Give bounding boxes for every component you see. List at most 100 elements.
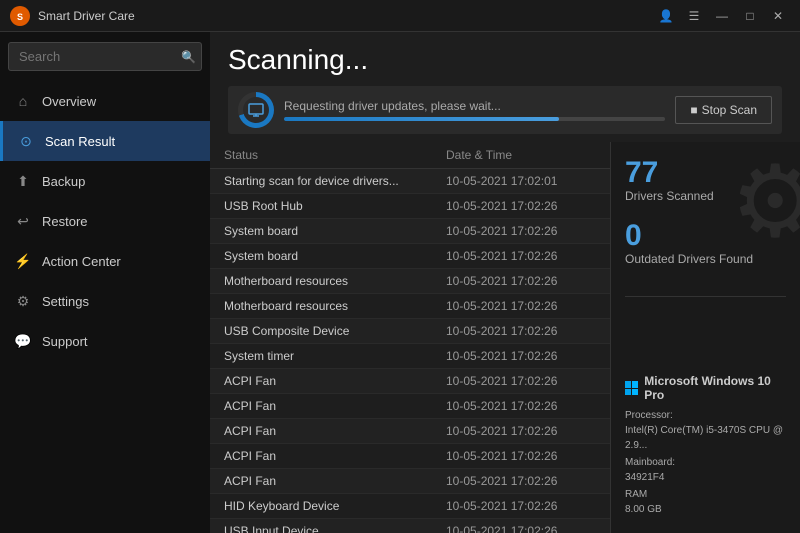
row-date: 10-05-2021 17:02:26 xyxy=(446,324,596,338)
scan-result-icon: ⊙ xyxy=(17,132,35,150)
table-row: ACPI Fan 10-05-2021 17:02:26 xyxy=(210,419,610,444)
row-status: ACPI Fan xyxy=(224,449,446,463)
row-status: System board xyxy=(224,249,446,263)
minimize-button[interactable]: — xyxy=(710,6,734,26)
sidebar: 🔍 ⌂ Overview ⊙ Scan Result ⬆ Backup ↩ Re… xyxy=(0,32,210,533)
table-row: USB Composite Device 10-05-2021 17:02:26 xyxy=(210,319,610,344)
sidebar-item-restore[interactable]: ↩ Restore xyxy=(0,201,210,241)
table-row: System board 10-05-2021 17:02:26 xyxy=(210,219,610,244)
table-row: Motherboard resources 10-05-2021 17:02:2… xyxy=(210,269,610,294)
app-logo: S xyxy=(10,6,30,26)
system-info: Microsoft Windows 10 Pro Processor: Inte… xyxy=(625,374,786,519)
menu-button[interactable]: ☰ xyxy=(682,6,706,26)
scan-table: Status Date & Time Starting scan for dev… xyxy=(210,142,610,533)
action-center-icon: ⚡ xyxy=(14,252,32,270)
main-layout: 🔍 ⌂ Overview ⊙ Scan Result ⬆ Backup ↩ Re… xyxy=(0,32,800,533)
ram-info: RAM 8.00 GB xyxy=(625,487,786,517)
scan-circle-icon xyxy=(238,92,274,128)
progress-track xyxy=(284,117,665,121)
row-date: 10-05-2021 17:02:26 xyxy=(446,449,596,463)
header-status: Status xyxy=(224,148,446,162)
row-status: HID Keyboard Device xyxy=(224,499,446,513)
outdated-label: Outdated Drivers Found xyxy=(625,252,786,266)
scan-title: Scanning... xyxy=(228,44,782,76)
row-date: 10-05-2021 17:02:26 xyxy=(446,474,596,488)
support-icon: 💬 xyxy=(14,332,32,350)
sidebar-item-action-center[interactable]: ⚡ Action Center xyxy=(0,241,210,281)
row-status: ACPI Fan xyxy=(224,399,446,413)
row-status: USB Composite Device xyxy=(224,324,446,338)
sidebar-item-restore-label: Restore xyxy=(42,214,88,229)
search-input[interactable] xyxy=(8,42,202,71)
content-area: Scanning... Requesting driver updates, p… xyxy=(210,32,800,533)
sidebar-item-scan-result[interactable]: ⊙ Scan Result xyxy=(0,121,210,161)
row-date: 10-05-2021 17:02:26 xyxy=(446,349,596,363)
os-name: Microsoft Windows 10 Pro xyxy=(644,374,786,402)
sidebar-item-backup-label: Backup xyxy=(42,174,85,189)
stop-icon: ■ xyxy=(690,103,697,117)
processor-label: Processor: xyxy=(625,410,673,421)
table-row: ACPI Fan 10-05-2021 17:02:26 xyxy=(210,444,610,469)
search-box: 🔍 xyxy=(8,42,202,71)
row-date: 10-05-2021 17:02:01 xyxy=(446,174,596,188)
scan-progress-section: Requesting driver updates, please wait..… xyxy=(284,99,665,121)
sidebar-item-overview[interactable]: ⌂ Overview xyxy=(0,81,210,121)
header-date: Date & Time xyxy=(446,148,596,162)
mainboard-label: Mainboard: xyxy=(625,457,675,468)
row-date: 10-05-2021 17:02:26 xyxy=(446,374,596,388)
row-date: 10-05-2021 17:02:26 xyxy=(446,399,596,413)
row-status: ACPI Fan xyxy=(224,374,446,388)
win-square-4 xyxy=(632,389,638,396)
row-date: 10-05-2021 17:02:26 xyxy=(446,424,596,438)
row-status: ACPI Fan xyxy=(224,424,446,438)
sidebar-item-overview-label: Overview xyxy=(42,94,96,109)
scan-monitor-icon xyxy=(243,97,269,123)
overview-icon: ⌂ xyxy=(14,92,32,110)
ram-value: 8.00 GB xyxy=(625,504,662,515)
table-row: ACPI Fan 10-05-2021 17:02:26 xyxy=(210,469,610,494)
panel-divider xyxy=(625,296,786,297)
table-row: ACPI Fan 10-05-2021 17:02:26 xyxy=(210,394,610,419)
win-square-3 xyxy=(625,389,631,396)
bottom-section: Status Date & Time Starting scan for dev… xyxy=(210,142,800,533)
maximize-button[interactable]: □ xyxy=(738,6,762,26)
table-row: ACPI Fan 10-05-2021 17:02:26 xyxy=(210,369,610,394)
search-icon: 🔍 xyxy=(181,50,196,64)
row-status: Starting scan for device drivers... xyxy=(224,174,446,188)
row-status: System board xyxy=(224,224,446,238)
row-status: System timer xyxy=(224,349,446,363)
table-row: System timer 10-05-2021 17:02:26 xyxy=(210,344,610,369)
svg-text:S: S xyxy=(17,12,23,22)
sidebar-item-settings-label: Settings xyxy=(42,294,89,309)
stop-scan-button[interactable]: ■ Stop Scan xyxy=(675,96,772,124)
sidebar-item-backup[interactable]: ⬆ Backup xyxy=(0,161,210,201)
sidebar-item-support-label: Support xyxy=(42,334,88,349)
mainboard-info: Mainboard: 34921F4 xyxy=(625,455,786,485)
sidebar-item-action-center-label: Action Center xyxy=(42,254,121,269)
titlebar: S Smart Driver Care 👤 ☰ — □ ✕ xyxy=(0,0,800,32)
row-date: 10-05-2021 17:02:26 xyxy=(446,499,596,513)
drivers-scanned-label: Drivers Scanned xyxy=(625,189,786,203)
stop-scan-label: Stop Scan xyxy=(702,103,757,117)
scan-table-header: Status Date & Time xyxy=(210,142,610,169)
processor-value: Intel(R) Core(TM) i5-3470S CPU @ 2.9... xyxy=(625,425,783,451)
row-date: 10-05-2021 17:02:26 xyxy=(446,274,596,288)
row-date: 10-05-2021 17:02:26 xyxy=(446,199,596,213)
app-title: Smart Driver Care xyxy=(38,9,654,23)
scan-table-body: Starting scan for device drivers... 10-0… xyxy=(210,169,610,533)
sidebar-item-support[interactable]: 💬 Support xyxy=(0,321,210,361)
sidebar-item-settings[interactable]: ⚙ Settings xyxy=(0,281,210,321)
row-date: 10-05-2021 17:02:26 xyxy=(446,249,596,263)
scan-progress-bar: Requesting driver updates, please wait..… xyxy=(228,86,782,134)
backup-icon: ⬆ xyxy=(14,172,32,190)
user-button[interactable]: 👤 xyxy=(654,6,678,26)
restore-icon: ↩ xyxy=(14,212,32,230)
scan-status-text: Requesting driver updates, please wait..… xyxy=(284,99,665,113)
table-row: USB Root Hub 10-05-2021 17:02:26 xyxy=(210,194,610,219)
drivers-scanned-count: 77 xyxy=(625,156,786,189)
ram-label: RAM xyxy=(625,489,647,500)
windows-logo-row: Microsoft Windows 10 Pro xyxy=(625,374,786,402)
close-button[interactable]: ✕ xyxy=(766,6,790,26)
row-status: USB Root Hub xyxy=(224,199,446,213)
outdated-count: 0 xyxy=(625,219,786,252)
